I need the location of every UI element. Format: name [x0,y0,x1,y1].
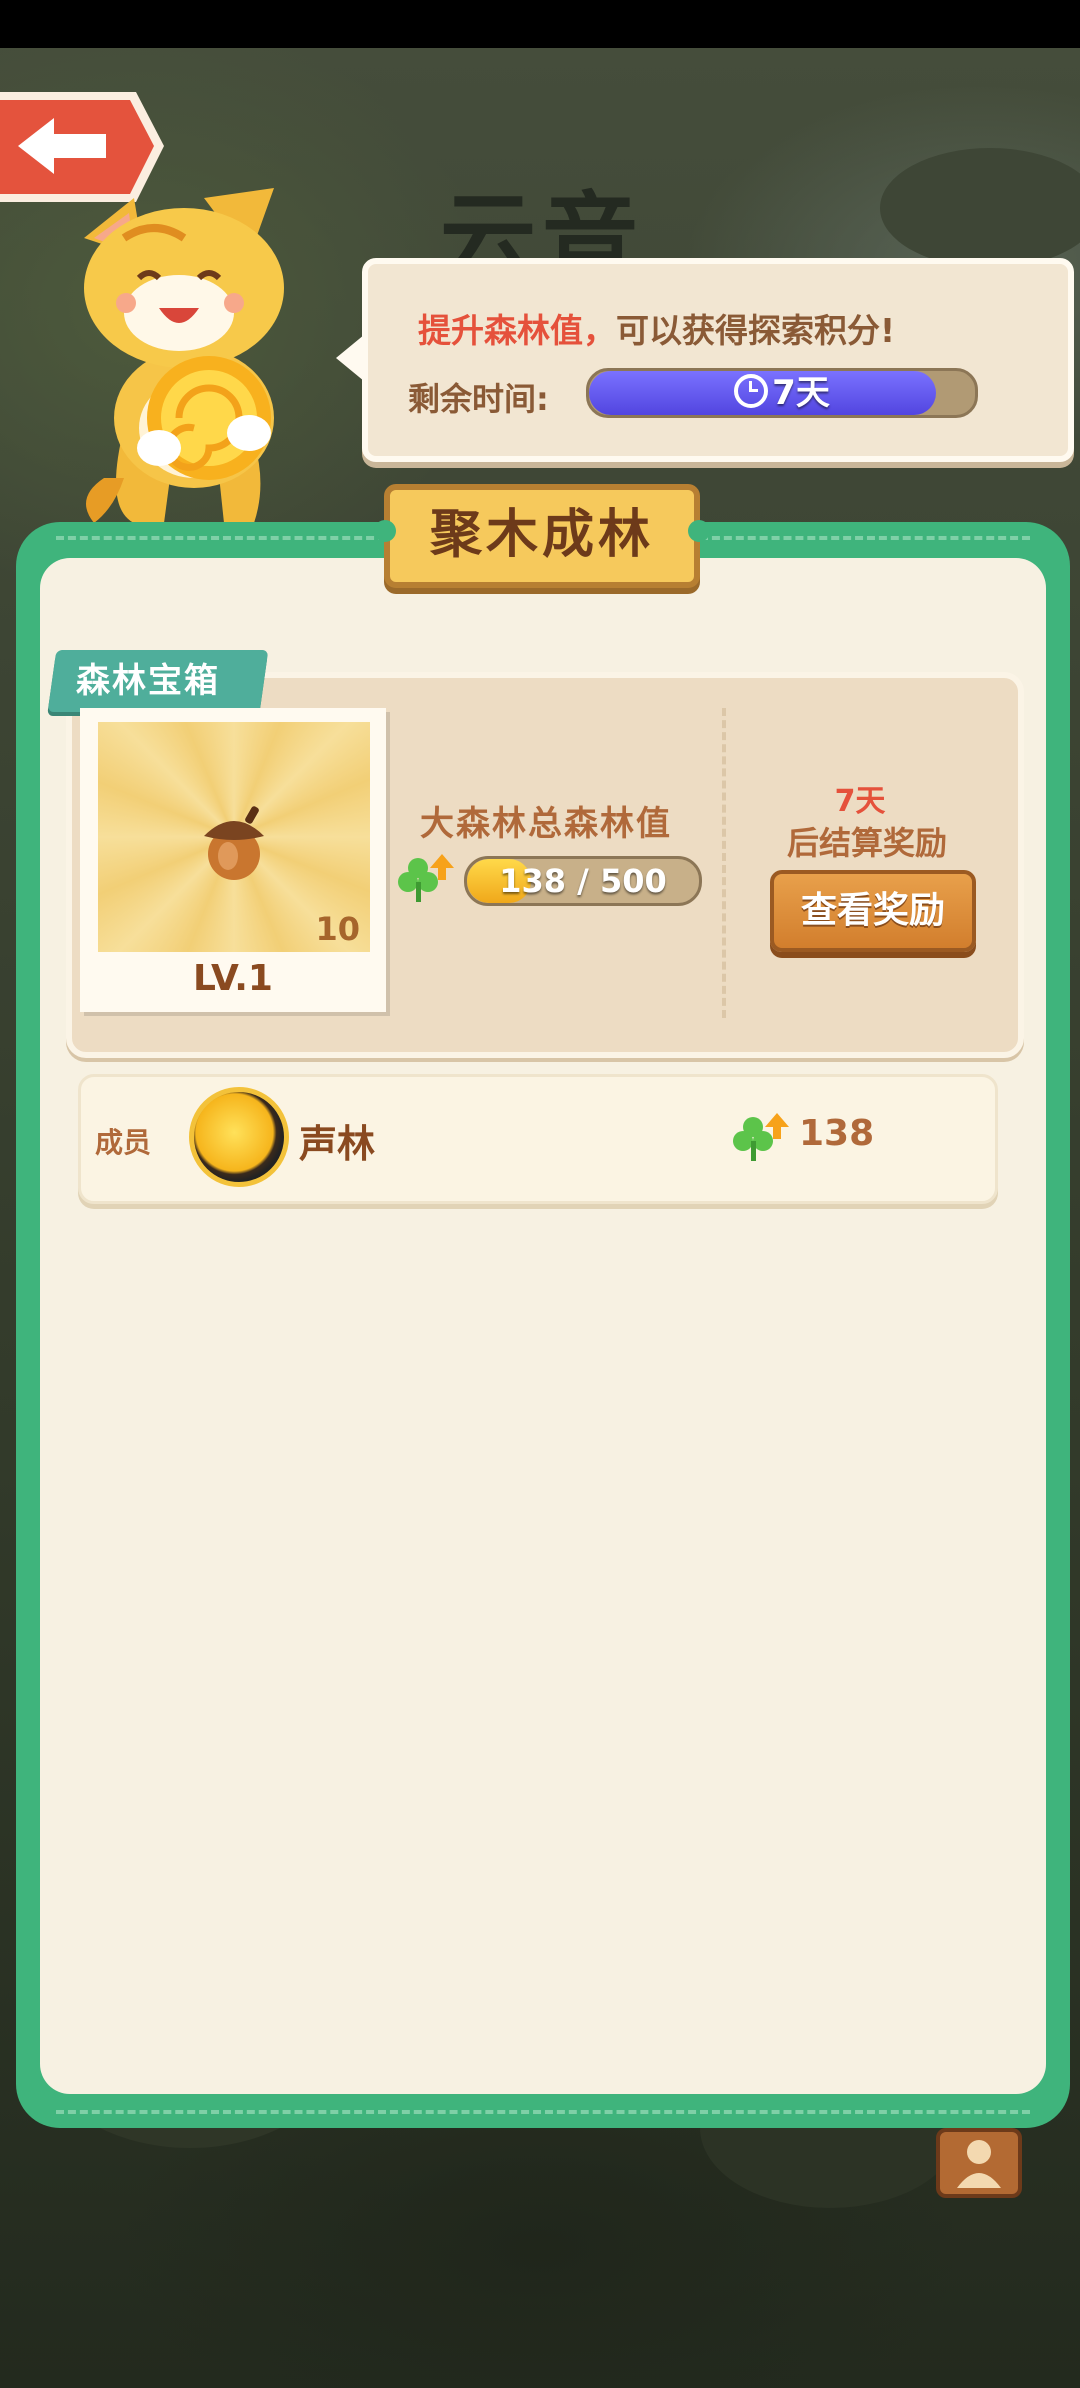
panel-title: 聚木成林 [429,505,654,565]
settle-days: 7天 [834,784,886,819]
forest-progress-bar: 138 / 500 [464,856,702,906]
bg-rock [880,148,1080,268]
remaining-time-value-wrap: 7天 [589,371,975,415]
forest-progress-text: 138 / 500 [499,862,667,900]
cat-mascot-icon [84,188,284,523]
chest-tag-label: 森林宝箱 [76,661,220,701]
panel-dashed-border [56,2110,1030,2114]
clock-icon [734,374,769,408]
chest-item-image: 10 [98,722,370,952]
remaining-time-bar: 7天 [586,368,978,418]
hint-rest: 可以获得探索积分! [616,311,896,350]
chest-item-box[interactable]: 10 LV.1 [80,708,386,1012]
hint-speech-bubble: 提升森林值，可以获得探索积分! 剩余时间: 7天 [362,258,1074,462]
avatar [189,1087,289,1187]
remaining-time-label: 剩余时间: [408,380,549,418]
forest-total-title: 大森林总森林值 [420,804,672,844]
acorn-icon [204,806,264,880]
clover-up-icon [398,854,454,902]
panel-title-tab: 聚木成林 [374,484,710,588]
chest-divider [722,708,726,1018]
chest-item-count: 10 [315,910,360,948]
view-reward-button[interactable]: 查看奖励 [770,870,976,952]
view-reward-label: 查看奖励 [800,890,945,931]
hint-highlight: 提升森林值， [418,311,616,350]
member-label: 成员 [95,1126,152,1159]
chest-level: LV.1 [193,958,273,999]
hint-text: 提升森林值，可以获得探索积分! [418,304,895,352]
member-score: 138 [799,1113,875,1154]
profile-button[interactable] [936,2128,1022,2198]
clover-up-icon [733,1113,789,1161]
status-bar [0,0,1080,48]
settle-text: 后结算奖励 [786,824,947,862]
remaining-time-value: 7天 [772,373,830,413]
member-name: 声林 [299,1122,376,1166]
person-icon [957,2140,1001,2188]
member-row[interactable]: 成员 声林 138 [78,1074,998,1204]
